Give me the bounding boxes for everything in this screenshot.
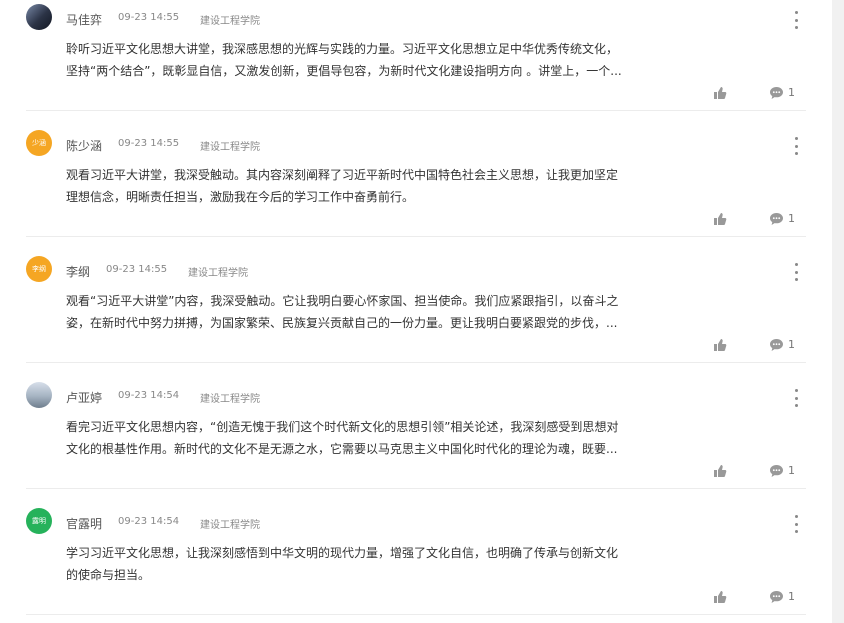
more-options-button[interactable] bbox=[790, 11, 802, 29]
avatar[interactable] bbox=[26, 4, 52, 30]
like-button[interactable] bbox=[713, 211, 727, 225]
divider bbox=[26, 362, 806, 363]
comment-bubble-icon bbox=[770, 464, 783, 477]
like-button[interactable] bbox=[713, 463, 727, 477]
comment-author[interactable]: 马佳弈 bbox=[66, 11, 102, 28]
more-vertical-icon bbox=[794, 263, 798, 266]
more-options-button[interactable] bbox=[790, 263, 802, 281]
comment-bubble-icon bbox=[770, 86, 783, 99]
comment-school: 建设工程学院 bbox=[200, 16, 260, 27]
reply-count: 1 bbox=[788, 464, 795, 477]
like-button[interactable] bbox=[713, 337, 727, 351]
reply-button[interactable]: 1 bbox=[770, 338, 795, 351]
comment-item: 少涵 陈少涵 09-23 14:55 建设工程学院 观看习近平大讲堂，我深受触动… bbox=[0, 126, 832, 252]
thumbs-up-icon bbox=[714, 591, 727, 603]
more-vertical-icon bbox=[794, 11, 798, 14]
comment-text[interactable]: 聆听习近平文化思想大讲堂，我深感思想的光辉与实践的力量。习近平文化思想立足中华优… bbox=[66, 38, 652, 82]
avatar[interactable]: 李纲 bbox=[26, 256, 52, 282]
thumbs-up-icon bbox=[714, 87, 727, 99]
comment-time: 09-23 14:54 bbox=[118, 516, 180, 527]
comment-school: 建设工程学院 bbox=[200, 394, 260, 405]
reply-button[interactable]: 1 bbox=[770, 212, 795, 225]
comment-text-line: 姿，在新时代中努力拼搏，为国家繁荣、民族复兴贡献自己的一份力量。更让我明白要紧跟… bbox=[66, 316, 618, 330]
comment-text-line: 文化的根基性作用。新时代的文化不是无源之水，它需要以马克思主义中国化时代化的理论… bbox=[66, 442, 618, 456]
comment-text[interactable]: 看完习近平文化思想内容，“创造无愧于我们这个时代新文化的思想引领”相关论述，我深… bbox=[66, 416, 652, 460]
comment-text-line: 学习习近平文化思想，让我深刻感悟到中华文明的现代力量，增强了文化自信，也明确了传… bbox=[66, 546, 619, 560]
more-options-button[interactable] bbox=[790, 389, 802, 407]
comment-text-line: 的使命与担当。 bbox=[66, 568, 151, 582]
comment-item: 马佳弈 09-23 14:55 建设工程学院 聆听习近平文化思想大讲堂，我深感思… bbox=[0, 0, 832, 126]
more-options-button[interactable] bbox=[790, 515, 802, 533]
comment-text-line: 看完习近平文化思想内容，“创造无愧于我们这个时代新文化的思想引领”相关论述，我深… bbox=[66, 420, 619, 434]
comment-item: 露明 官露明 09-23 14:54 建设工程学院 学习习近平文化思想，让我深刻… bbox=[0, 504, 832, 623]
comment-text-line: 理想信念，明晰责任担当，激励我在今后的学习工作中奋勇前行。 bbox=[66, 190, 415, 204]
comment-author[interactable]: 陈少涵 bbox=[66, 137, 102, 154]
comment-school: 建设工程学院 bbox=[188, 268, 248, 279]
reply-button[interactable]: 1 bbox=[770, 590, 795, 603]
more-vertical-icon bbox=[794, 137, 798, 140]
thumbs-up-icon bbox=[714, 339, 727, 351]
thumbs-up-icon bbox=[714, 213, 727, 225]
divider bbox=[26, 236, 806, 237]
scrollbar-track[interactable] bbox=[832, 0, 844, 623]
comment-text-line: 聆听习近平文化思想大讲堂，我深感思想的光辉与实践的力量。习近平文化思想立足中华优… bbox=[66, 42, 619, 56]
comment-time: 09-23 14:55 bbox=[118, 138, 180, 149]
comment-item: 李纲 李纲 09-23 14:55 建设工程学院 观看“习近平大讲堂”内容，我深… bbox=[0, 252, 832, 378]
like-button[interactable] bbox=[713, 589, 727, 603]
comment-author[interactable]: 卢亚婷 bbox=[66, 389, 102, 406]
more-vertical-icon bbox=[794, 389, 798, 392]
comment-text[interactable]: 观看“习近平大讲堂”内容，我深受触动。它让我明白要心怀家国、担当使命。我们应紧跟… bbox=[66, 290, 652, 334]
divider bbox=[26, 110, 806, 111]
comment-author[interactable]: 官露明 bbox=[66, 515, 102, 532]
reply-count: 1 bbox=[788, 86, 795, 99]
comment-bubble-icon bbox=[770, 212, 783, 225]
avatar[interactable]: 露明 bbox=[26, 508, 52, 534]
comment-text[interactable]: 学习习近平文化思想，让我深刻感悟到中华文明的现代力量，增强了文化自信，也明确了传… bbox=[66, 542, 652, 586]
comment-text[interactable]: 观看习近平大讲堂，我深受触动。其内容深刻阐释了习近平新时代中国特色社会主义思想，… bbox=[66, 164, 652, 208]
divider bbox=[26, 614, 806, 615]
divider bbox=[26, 488, 806, 489]
reply-button[interactable]: 1 bbox=[770, 464, 795, 477]
reply-count: 1 bbox=[788, 590, 795, 603]
comment-item: 卢亚婷 09-23 14:54 建设工程学院 看完习近平文化思想内容，“创造无愧… bbox=[0, 378, 832, 504]
reply-button[interactable]: 1 bbox=[770, 86, 795, 99]
comment-text-line: 坚持“两个结合”，既彰显自信，又激发创新，更倡导包容，为新时代文化建设指明方向 … bbox=[66, 64, 622, 78]
comment-time: 09-23 14:54 bbox=[118, 390, 180, 401]
comment-school: 建设工程学院 bbox=[200, 142, 260, 153]
like-button[interactable] bbox=[713, 85, 727, 99]
comment-bubble-icon bbox=[770, 338, 783, 351]
avatar[interactable]: 少涵 bbox=[26, 130, 52, 156]
comment-feed: 马佳弈 09-23 14:55 建设工程学院 聆听习近平文化思想大讲堂，我深感思… bbox=[0, 0, 832, 623]
comment-text-line: 观看习近平大讲堂，我深受触动。其内容深刻阐释了习近平新时代中国特色社会主义思想，… bbox=[66, 168, 619, 182]
more-vertical-icon bbox=[794, 515, 798, 518]
comment-time: 09-23 14:55 bbox=[118, 12, 180, 23]
reply-count: 1 bbox=[788, 338, 795, 351]
more-options-button[interactable] bbox=[790, 137, 802, 155]
comment-school: 建设工程学院 bbox=[200, 520, 260, 531]
comment-time: 09-23 14:55 bbox=[106, 264, 168, 275]
comment-author[interactable]: 李纲 bbox=[66, 263, 90, 280]
reply-count: 1 bbox=[788, 212, 795, 225]
thumbs-up-icon bbox=[714, 465, 727, 477]
avatar[interactable] bbox=[26, 382, 52, 408]
comment-text-line: 观看“习近平大讲堂”内容，我深受触动。它让我明白要心怀家国、担当使命。我们应紧跟… bbox=[66, 294, 619, 308]
comment-bubble-icon bbox=[770, 590, 783, 603]
